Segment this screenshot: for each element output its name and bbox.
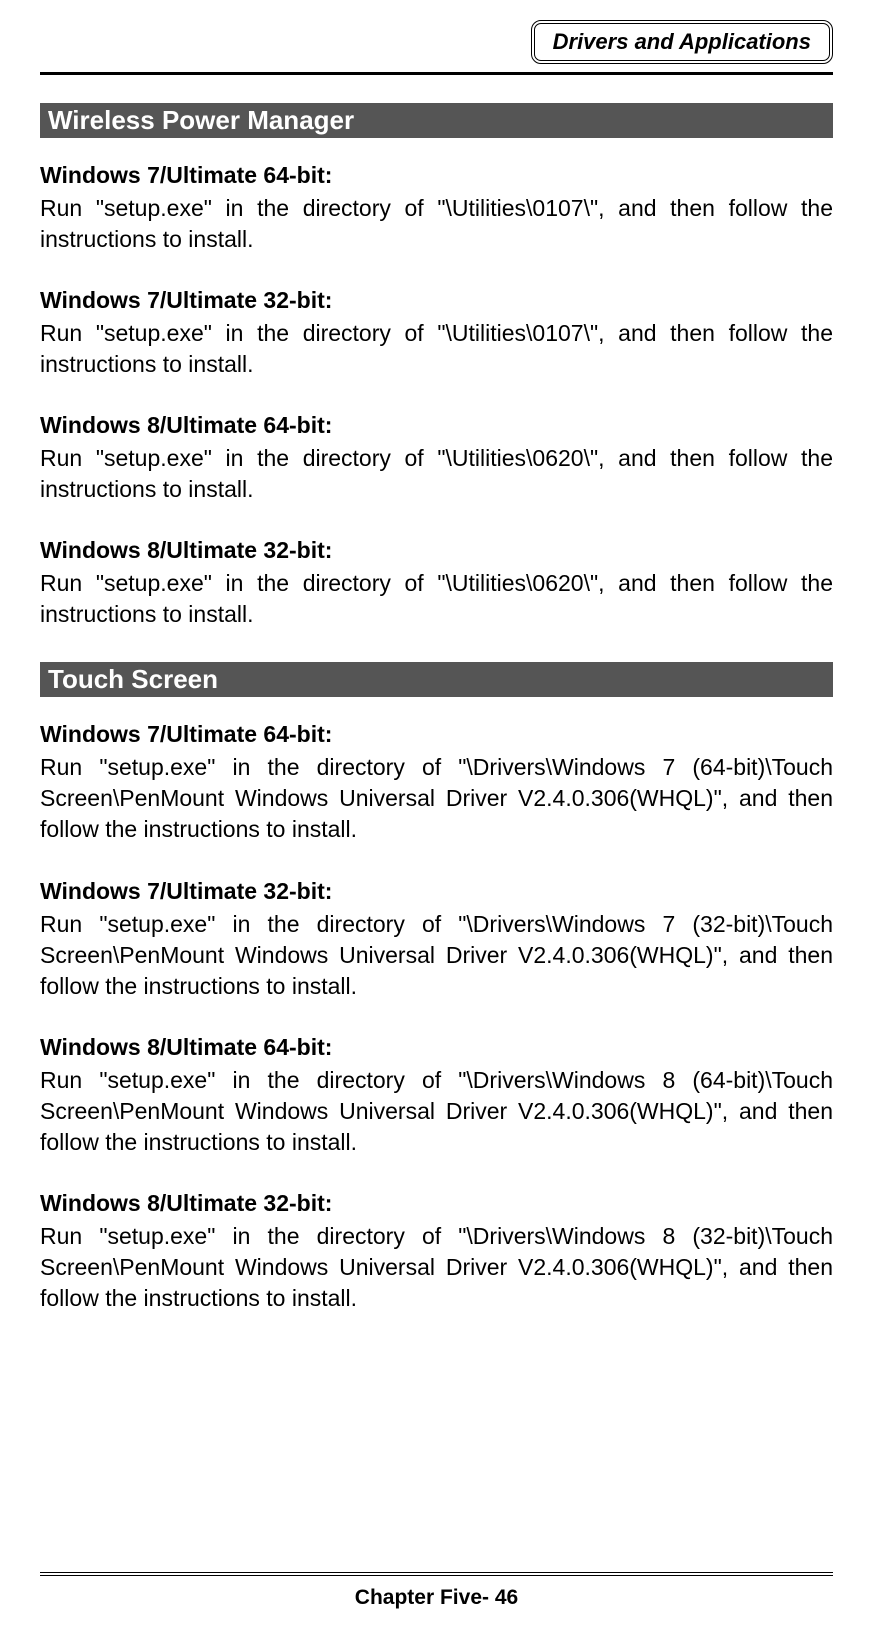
subsection-ts-win7-32: Windows 7/Ultimate 32-bit: Run "setup.ex…	[40, 878, 833, 1002]
subsection-title: Windows 8/Ultimate 32-bit:	[40, 537, 833, 564]
footer-text: Chapter Five- 46	[40, 1586, 833, 1610]
subsection-win7-32: Windows 7/Ultimate 32-bit: Run "setup.ex…	[40, 287, 833, 380]
subsection-title: Windows 7/Ultimate 64-bit:	[40, 721, 833, 748]
section-wireless-power-manager: Wireless Power Manager	[40, 103, 833, 138]
page-header-box: Drivers and Applications	[531, 20, 833, 64]
header-divider	[40, 72, 833, 75]
subsection-body: Run "setup.exe" in the directory of "\Dr…	[40, 909, 833, 1002]
subsection-body: Run "setup.exe" in the directory of "\Ut…	[40, 193, 833, 255]
subsection-ts-win8-32: Windows 8/Ultimate 32-bit: Run "setup.ex…	[40, 1190, 833, 1314]
subsection-body: Run "setup.exe" in the directory of "\Ut…	[40, 568, 833, 630]
subsection-ts-win8-64: Windows 8/Ultimate 64-bit: Run "setup.ex…	[40, 1034, 833, 1158]
subsection-body: Run "setup.exe" in the directory of "\Dr…	[40, 1221, 833, 1314]
subsection-body: Run "setup.exe" in the directory of "\Dr…	[40, 1065, 833, 1158]
page-header-title: Drivers and Applications	[553, 29, 811, 54]
footer-divider	[40, 1572, 833, 1576]
subsection-title: Windows 8/Ultimate 64-bit:	[40, 412, 833, 439]
subsection-title: Windows 7/Ultimate 32-bit:	[40, 878, 833, 905]
subsection-win7-64: Windows 7/Ultimate 64-bit: Run "setup.ex…	[40, 162, 833, 255]
subsection-body: Run "setup.exe" in the directory of "\Dr…	[40, 752, 833, 845]
page-footer: Chapter Five- 46	[40, 1572, 833, 1610]
subsection-body: Run "setup.exe" in the directory of "\Ut…	[40, 318, 833, 380]
subsection-title: Windows 7/Ultimate 32-bit:	[40, 287, 833, 314]
subsection-title: Windows 8/Ultimate 64-bit:	[40, 1034, 833, 1061]
subsection-title: Windows 7/Ultimate 64-bit:	[40, 162, 833, 189]
section-touch-screen: Touch Screen	[40, 662, 833, 697]
subsection-ts-win7-64: Windows 7/Ultimate 64-bit: Run "setup.ex…	[40, 721, 833, 845]
subsection-body: Run "setup.exe" in the directory of "\Ut…	[40, 443, 833, 505]
subsection-win8-32: Windows 8/Ultimate 32-bit: Run "setup.ex…	[40, 537, 833, 630]
subsection-win8-64: Windows 8/Ultimate 64-bit: Run "setup.ex…	[40, 412, 833, 505]
subsection-title: Windows 8/Ultimate 32-bit:	[40, 1190, 833, 1217]
